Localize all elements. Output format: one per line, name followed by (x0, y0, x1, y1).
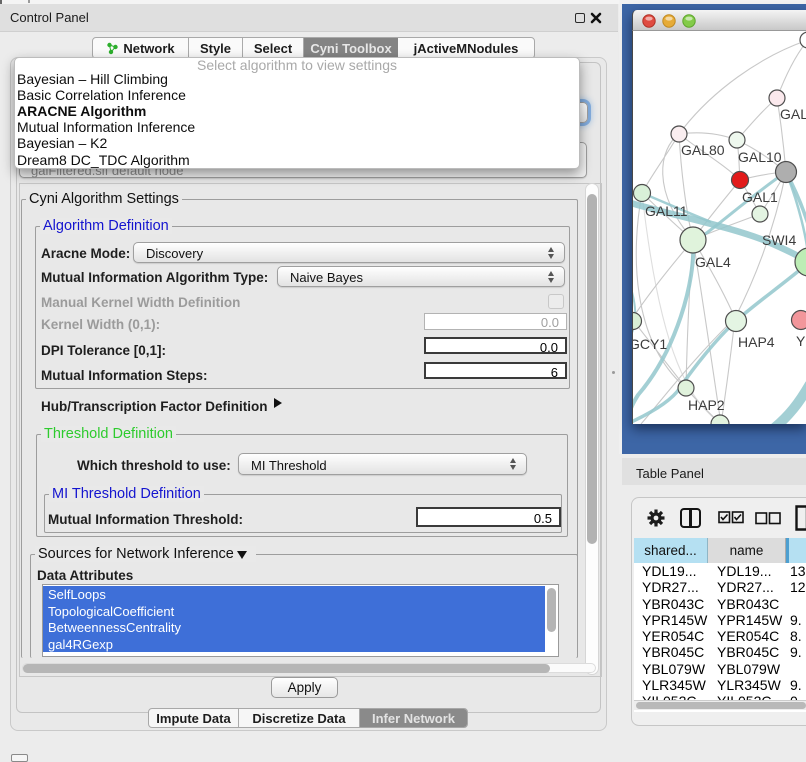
svg-text:SWI4: SWI4 (762, 232, 796, 248)
svg-text:Y: Y (796, 333, 806, 349)
svg-text:GAL80: GAL80 (681, 142, 725, 158)
svg-text:GAL11: GAL11 (645, 203, 688, 219)
svg-text:HAP2: HAP2 (688, 397, 725, 413)
svg-text:GAL10: GAL10 (738, 149, 782, 165)
svg-text:GAL1: GAL1 (742, 189, 778, 205)
svg-text:HAP4: HAP4 (738, 334, 775, 350)
svg-text:GCY1: GCY1 (633, 336, 667, 352)
svg-text:GAL: GAL (780, 106, 806, 122)
svg-text:GAL4: GAL4 (695, 254, 731, 270)
